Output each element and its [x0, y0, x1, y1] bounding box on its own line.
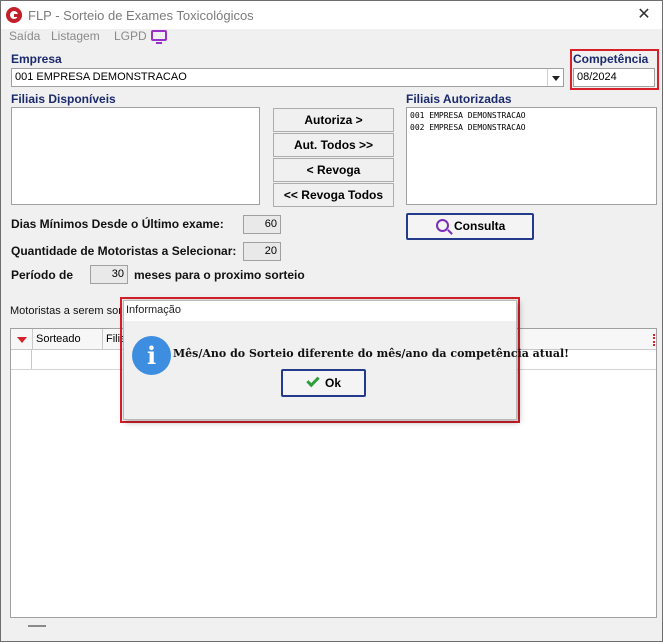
- filiais-autorizadas-list[interactable]: 001 EMPRESA DEMONSTRACAO 002 EMPRESA DEM…: [406, 107, 657, 205]
- filiais-disponiveis-list[interactable]: [11, 107, 260, 205]
- close-button[interactable]: ✕: [634, 5, 654, 25]
- ok-button[interactable]: Ok: [281, 369, 366, 397]
- ok-label: Ok: [325, 376, 342, 390]
- dialog-message: Mês/Ano do Sorteio diferente do mês/ano …: [173, 347, 570, 360]
- menu-bar: Saída Listagem LGPD: [1, 29, 662, 49]
- status-indicator: [28, 625, 46, 627]
- check-icon: [306, 373, 320, 388]
- column-marker-icon: [653, 334, 656, 346]
- sort-down-icon[interactable]: [17, 337, 27, 343]
- competencia-field[interactable]: 08/2024: [573, 68, 655, 87]
- info-icon: i: [132, 336, 171, 375]
- info-dialog: Informação i Mês/Ano do Sorteio diferent…: [123, 300, 569, 420]
- list-item[interactable]: 001 EMPRESA DEMONSTRACAO: [410, 110, 653, 122]
- dias-minimos-label: Dias Mínimos Desde o Último exame:: [11, 217, 224, 231]
- app-logo-icon: [6, 7, 22, 23]
- periodo-field[interactable]: 30: [90, 265, 128, 284]
- empresa-label: Empresa: [11, 52, 62, 66]
- window-title: FLP - Sorteio de Exames Toxicológicos: [28, 8, 254, 23]
- menu-item-lgpd[interactable]: LGPD: [114, 29, 147, 43]
- dias-minimos-field[interactable]: 60: [243, 215, 281, 234]
- filiais-autorizadas-label: Filiais Autorizadas: [406, 92, 512, 106]
- empresa-select[interactable]: 001 EMPRESA DEMONSTRACAO: [11, 68, 564, 87]
- consulta-button[interactable]: Consulta: [406, 213, 534, 240]
- menu-item-listagem[interactable]: Listagem: [51, 29, 100, 43]
- periodo-suffix: meses para o proximo sorteio: [134, 268, 305, 282]
- main-window: FLP - Sorteio de Exames Toxicológicos ✕ …: [0, 0, 663, 642]
- search-icon: [436, 219, 449, 232]
- list-item[interactable]: 002 EMPRESA DEMONSTRACAO: [410, 122, 653, 134]
- motoristas-section-label: Motoristas a serem sor: [10, 305, 122, 317]
- revoga-todos-button[interactable]: << Revoga Todos: [273, 183, 394, 207]
- empresa-value: 001 EMPRESA DEMONSTRACAO: [15, 71, 187, 83]
- autoriza-button[interactable]: Autoriza >: [273, 108, 394, 132]
- row-selector[interactable]: [11, 350, 32, 369]
- filiais-disponiveis-label: Filiais Disponíveis: [11, 92, 116, 106]
- quantidade-field[interactable]: 20: [243, 242, 281, 261]
- status-bar: [10, 618, 657, 635]
- column-header-sorteado[interactable]: Sorteado: [33, 329, 103, 350]
- sort-column[interactable]: [11, 329, 33, 350]
- dialog-title: Informação: [124, 301, 516, 321]
- chevron-down-icon[interactable]: [547, 69, 563, 86]
- menu-item-saida[interactable]: Saída: [9, 29, 40, 43]
- revoga-button[interactable]: < Revoga: [273, 158, 394, 182]
- consulta-label: Consulta: [454, 219, 506, 233]
- quantidade-label: Quantidade de Motoristas a Selecionar:: [11, 244, 237, 258]
- title-bar: FLP - Sorteio de Exames Toxicológicos ✕: [1, 1, 662, 29]
- periodo-label: Período de: [11, 268, 74, 282]
- aut-todos-button[interactable]: Aut. Todos >>: [273, 133, 394, 157]
- competencia-label: Competência: [573, 52, 649, 66]
- monitor-icon[interactable]: [151, 30, 167, 44]
